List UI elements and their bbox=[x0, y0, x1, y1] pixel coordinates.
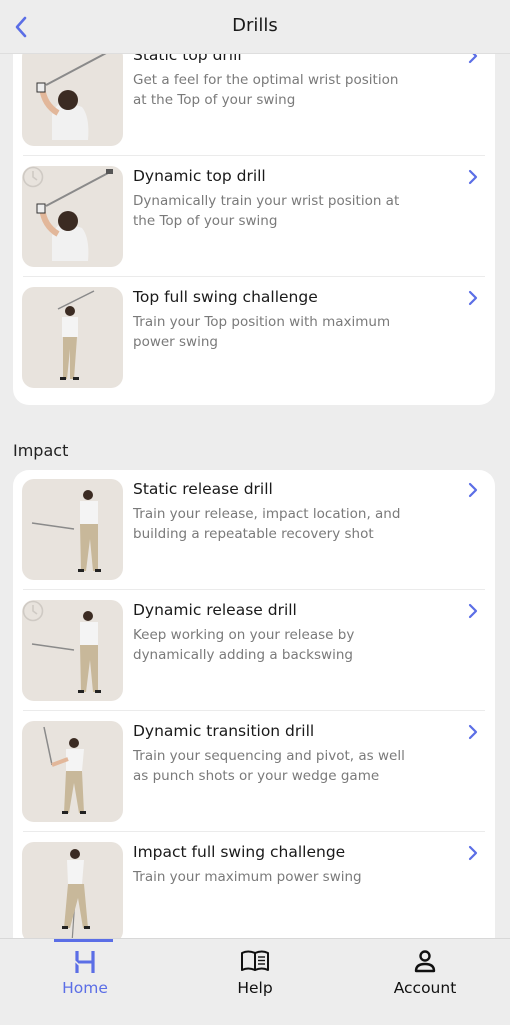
clock-icon bbox=[22, 600, 44, 622]
drill-description: Train your Top position with maximum pow… bbox=[133, 314, 391, 350]
drill-row-top-full-swing[interactable]: Top full swing challenge Train your Top … bbox=[13, 278, 495, 398]
tab-account[interactable]: Account bbox=[340, 939, 510, 1009]
drill-thumbnail bbox=[22, 600, 123, 701]
drill-title: Static release drill bbox=[133, 480, 273, 498]
section-label-impact: Impact bbox=[13, 441, 69, 460]
page-title: Drills bbox=[232, 15, 278, 36]
tab-label: Home bbox=[62, 979, 108, 997]
drill-title: Impact full swing challenge bbox=[133, 843, 346, 861]
golfer-impact-image bbox=[62, 849, 90, 938]
drill-row-impact-full-swing[interactable]: Impact full swing challenge Train your m… bbox=[13, 833, 495, 938]
active-tab-indicator bbox=[54, 939, 113, 942]
divider bbox=[23, 589, 485, 590]
golfer-top-full-image bbox=[57, 290, 95, 380]
clock-icon bbox=[22, 166, 44, 188]
drill-thumbnail bbox=[22, 287, 123, 388]
divider bbox=[23, 276, 485, 277]
drill-row-static-release[interactable]: Static release drill Train your release,… bbox=[13, 470, 495, 590]
book-icon bbox=[241, 950, 269, 971]
tab-help[interactable]: Help bbox=[170, 939, 340, 1009]
drill-title: Top full swing challenge bbox=[133, 288, 318, 306]
golfer-top-closeup-image bbox=[36, 54, 107, 140]
person-icon bbox=[414, 950, 436, 973]
chevron-right-icon bbox=[468, 290, 478, 306]
drill-description: Train your sequencing and pivot, as well… bbox=[133, 748, 405, 784]
drill-title: Dynamic release drill bbox=[133, 601, 297, 619]
drill-description: Dynamically train your wrist position at… bbox=[133, 193, 400, 229]
tab-label: Help bbox=[237, 979, 273, 997]
tab-label: Account bbox=[393, 979, 457, 997]
divider bbox=[23, 831, 485, 832]
divider bbox=[23, 710, 485, 711]
drill-row-dynamic-release[interactable]: Dynamic release drill Keep working on yo… bbox=[13, 591, 495, 711]
chevron-right-icon bbox=[468, 482, 478, 498]
drill-title: Dynamic top drill bbox=[133, 167, 266, 185]
top-drills-card: Static top drill Get a feel for the opti… bbox=[13, 54, 495, 405]
drill-thumbnail bbox=[22, 842, 123, 938]
home-logo-icon bbox=[74, 951, 95, 973]
drill-description: Get a feel for the optimal wrist positio… bbox=[133, 72, 399, 108]
drill-row-dynamic-top[interactable]: Dynamic top drill Dynamically train your… bbox=[13, 157, 495, 277]
golfer-release-image bbox=[31, 490, 101, 572]
chevron-right-icon bbox=[468, 724, 478, 740]
drill-thumbnail bbox=[22, 721, 123, 822]
chevron-right-icon bbox=[468, 54, 478, 64]
chevron-right-icon bbox=[468, 169, 478, 185]
divider bbox=[23, 155, 485, 156]
golfer-transition-image bbox=[43, 726, 86, 814]
drill-title: Static top drill bbox=[133, 54, 242, 64]
drill-description: Train your maximum power swing bbox=[133, 869, 362, 885]
drill-description: Train your release, impact location, and… bbox=[133, 506, 401, 542]
chevron-right-icon bbox=[468, 603, 478, 619]
tab-home[interactable]: Home bbox=[0, 939, 170, 1009]
drill-thumbnail bbox=[22, 166, 123, 267]
drill-row-static-top[interactable]: Static top drill Get a feel for the opti… bbox=[13, 54, 495, 156]
impact-drills-card: Static release drill Train your release,… bbox=[13, 470, 495, 938]
drill-description: Keep working on your release by dynamica… bbox=[133, 627, 355, 663]
header: Drills bbox=[0, 0, 510, 54]
drill-thumbnail bbox=[22, 479, 123, 580]
drill-title: Dynamic transition drill bbox=[133, 722, 315, 740]
drill-row-dynamic-transition[interactable]: Dynamic transition drill Train your sequ… bbox=[13, 712, 495, 832]
drill-thumbnail bbox=[22, 54, 123, 146]
tab-bar: Home Help Account bbox=[0, 938, 510, 1025]
drills-list[interactable]: Static top drill Get a feel for the opti… bbox=[0, 54, 510, 938]
chevron-right-icon bbox=[468, 845, 478, 861]
